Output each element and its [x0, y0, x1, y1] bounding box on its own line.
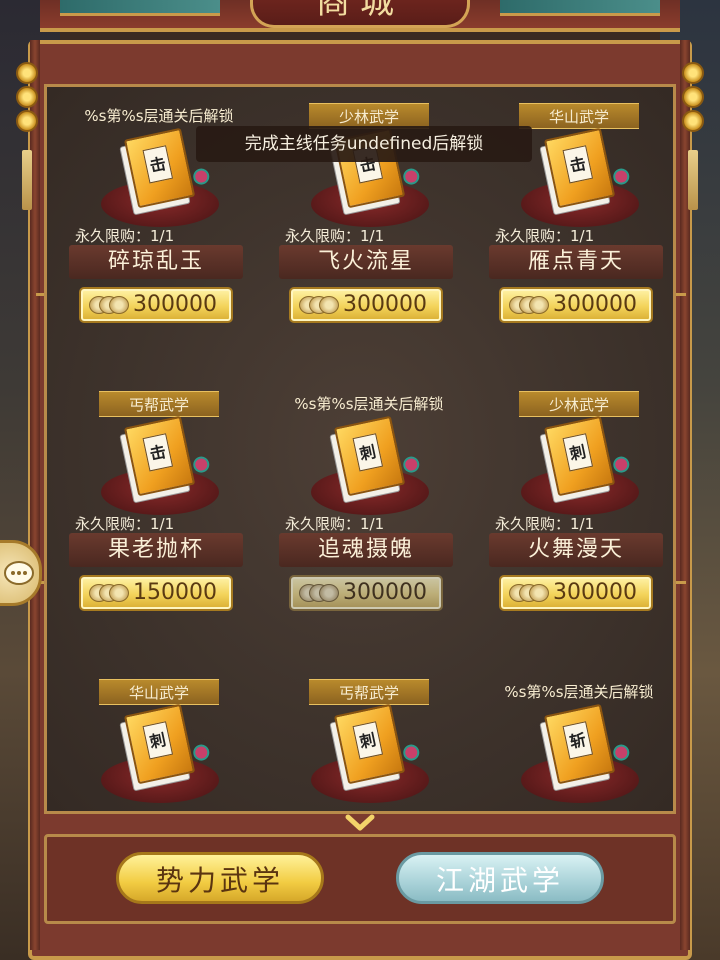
- right-coin-chain: [682, 62, 704, 134]
- buy-button[interactable]: 300000: [499, 575, 653, 611]
- item-unlock-tag: 华山武学: [519, 103, 639, 129]
- skill-book-icon: 刺: [538, 415, 631, 504]
- top-wing-left: [60, 0, 220, 16]
- skill-book-icon: 刺: [328, 415, 421, 504]
- purchase-limit: 永久限购：1/1: [75, 515, 175, 533]
- skill-book-icon: 刺: [118, 703, 211, 792]
- left-coin-chain: [16, 62, 38, 134]
- left-tassel: [22, 150, 32, 210]
- buy-button[interactable]: 150000: [79, 575, 233, 611]
- item-grid: %s第%s层通关后解锁击永久限购：1/1 碎琼乱玉 300000 少林武学击永久限购：…: [44, 84, 676, 814]
- price-value: 300000: [343, 580, 427, 605]
- item-name: 雁点青天: [489, 245, 663, 279]
- item-unlock-tag: %s第%s层通关后解锁: [294, 395, 444, 413]
- item-unlock-tag: 华山武学: [99, 679, 219, 705]
- shop-item[interactable]: %s第%s层通关后解锁斩: [489, 679, 669, 811]
- shop-item[interactable]: %s第%s层通关后解锁刺永久限购：1/1 追魂摄魄 300000: [279, 391, 459, 611]
- coin-stack-icon: [509, 584, 553, 604]
- coin-stack-icon: [299, 296, 343, 316]
- coin-stack-icon: [89, 584, 133, 604]
- item-unlock-tag: 少林武学: [519, 391, 639, 417]
- chat-bubble-icon: [4, 561, 34, 585]
- item-unlock-tag: %s第%s层通关后解锁: [504, 683, 654, 701]
- buy-button[interactable]: 300000: [289, 575, 443, 611]
- item-unlock-tag: 丐帮武学: [309, 679, 429, 705]
- price-value: 150000: [133, 580, 217, 605]
- skill-book-icon: 击: [118, 127, 211, 216]
- price-value: 300000: [553, 580, 637, 605]
- item-name: 果老抛杯: [69, 533, 243, 567]
- buy-button[interactable]: 300000: [289, 287, 443, 323]
- item-unlock-tag: 丐帮武学: [99, 391, 219, 417]
- item-name: 碎琼乱玉: [69, 245, 243, 279]
- purchase-limit: 永久限购：1/1: [75, 227, 175, 245]
- right-tassel: [688, 150, 698, 210]
- unlock-tooltip: 完成主线任务undefined后解锁: [196, 126, 532, 162]
- purchase-limit: 永久限购：1/1: [495, 227, 595, 245]
- item-name: 飞火流星: [279, 245, 453, 279]
- item-name: 追魂摄魄: [279, 533, 453, 567]
- shop-item[interactable]: 华山武学刺: [69, 679, 249, 811]
- coin-stack-icon: [89, 296, 133, 316]
- shop-item[interactable]: 丐帮武学击永久限购：1/1 果老抛杯 150000: [69, 391, 249, 611]
- coin-stack-icon: [509, 296, 553, 316]
- item-name: 火舞漫天: [489, 533, 663, 567]
- chevron-down-icon[interactable]: [344, 812, 376, 834]
- buy-button[interactable]: 300000: [499, 287, 653, 323]
- price-value: 300000: [133, 292, 217, 317]
- tab-faction-martial-arts[interactable]: 势力武学: [116, 852, 324, 904]
- skill-book-icon: 斩: [538, 703, 631, 792]
- coin-stack-icon: [299, 584, 343, 604]
- purchase-limit: 永久限购：1/1: [285, 227, 385, 245]
- skill-book-icon: 击: [118, 415, 211, 504]
- shop-item[interactable]: 少林武学刺永久限购：1/1 火舞漫天 300000: [489, 391, 669, 611]
- top-wing-right: [500, 0, 660, 16]
- tab-jianghu-martial-arts[interactable]: 江湖武学: [396, 852, 604, 904]
- price-value: 300000: [553, 292, 637, 317]
- purchase-limit: 永久限购：1/1: [495, 515, 595, 533]
- price-value: 300000: [343, 292, 427, 317]
- skill-book-icon: 刺: [328, 703, 421, 792]
- shop-item[interactable]: 丐帮武学刺: [279, 679, 459, 811]
- page-title: 商城: [250, 0, 470, 28]
- purchase-limit: 永久限购：1/1: [285, 515, 385, 533]
- skill-book-icon: 击: [538, 127, 631, 216]
- buy-button[interactable]: 300000: [79, 287, 233, 323]
